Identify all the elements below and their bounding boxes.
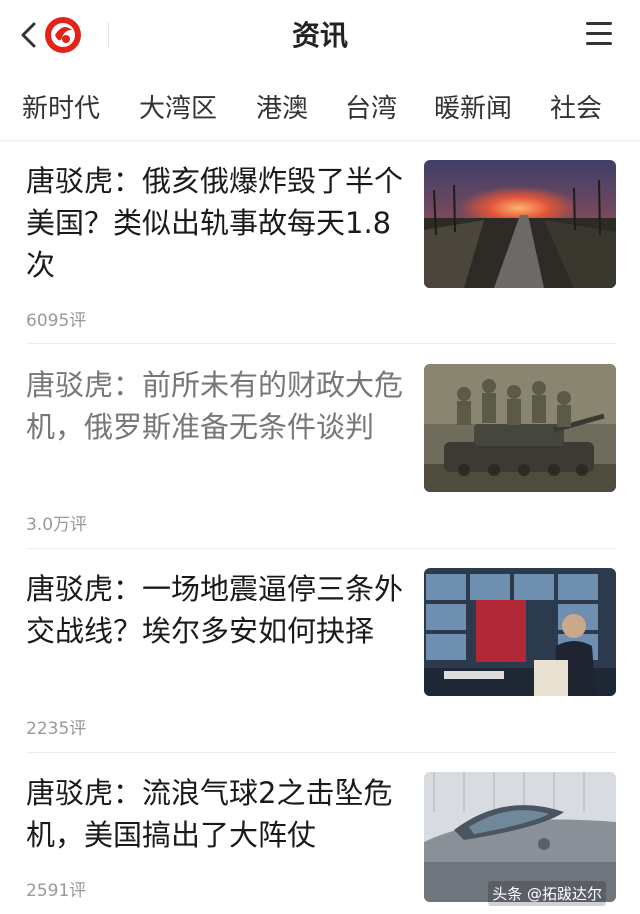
tab-shehui[interactable]: 社会 <box>550 88 602 125</box>
tab-gangao[interactable]: 港澳 <box>256 88 308 125</box>
list-divider <box>26 343 616 344</box>
list-divider <box>26 548 616 549</box>
news-title[interactable]: 唐驳虎：前所未有的财政大危机，俄罗斯准备无条件谈判 <box>26 364 406 448</box>
news-title[interactable]: 唐驳虎：一场地震逼停三条外交战线？埃尔多安如何抉择 <box>26 568 406 652</box>
tab-nuanxinwen[interactable]: 暖新闻 <box>434 88 512 125</box>
train-derailment-fire-photo[interactable] <box>424 160 616 288</box>
list-divider <box>26 752 616 753</box>
channel-tabs: 新时代 大湾区 港澳 台湾 暖新闻 社会 <box>0 72 640 141</box>
tab-dawanqu[interactable]: 大湾区 <box>139 88 217 125</box>
tab-xinshidai[interactable]: 新时代 <box>22 88 100 125</box>
news-title[interactable]: 唐驳虎：俄亥俄爆炸毁了半个美国？类似出轨事故每天1.8次 <box>26 160 406 286</box>
news-item[interactable]: 唐驳虎：一场地震逼停三条外交战线？埃尔多安如何抉择 2235评 <box>26 568 616 740</box>
news-title[interactable]: 唐驳虎：流浪气球2之击坠危机，美国搞出了大阵仗 <box>26 772 406 856</box>
comment-count: 2591评 <box>26 881 87 901</box>
tab-taiwan[interactable]: 台湾 <box>345 88 397 125</box>
top-bar: 资讯 <box>0 0 640 72</box>
news-item[interactable]: 唐驳虎：俄亥俄爆炸毁了半个美国？类似出轨事故每天1.8次 6095评 <box>26 160 616 332</box>
news-item[interactable]: 唐驳虎：流浪气球2之击坠危机，美国搞出了大阵仗 2591评 头条 @拓跋达尔 <box>26 772 616 914</box>
comment-count: 3.0万评 <box>26 515 88 535</box>
news-item[interactable]: 唐驳虎：前所未有的财政大危机，俄罗斯准备无条件谈判 3.0万评 <box>26 364 616 536</box>
watermark: 头条 @拓跋达尔 <box>488 881 606 906</box>
comment-count: 2235评 <box>26 719 87 739</box>
hamburger-menu-icon[interactable] <box>586 22 612 46</box>
comment-count: 6095评 <box>26 311 87 331</box>
erdogan-press-conference-photo[interactable] <box>424 568 616 696</box>
soldiers-on-tank-photo[interactable] <box>424 364 616 492</box>
page-title: 资讯 <box>291 19 348 52</box>
